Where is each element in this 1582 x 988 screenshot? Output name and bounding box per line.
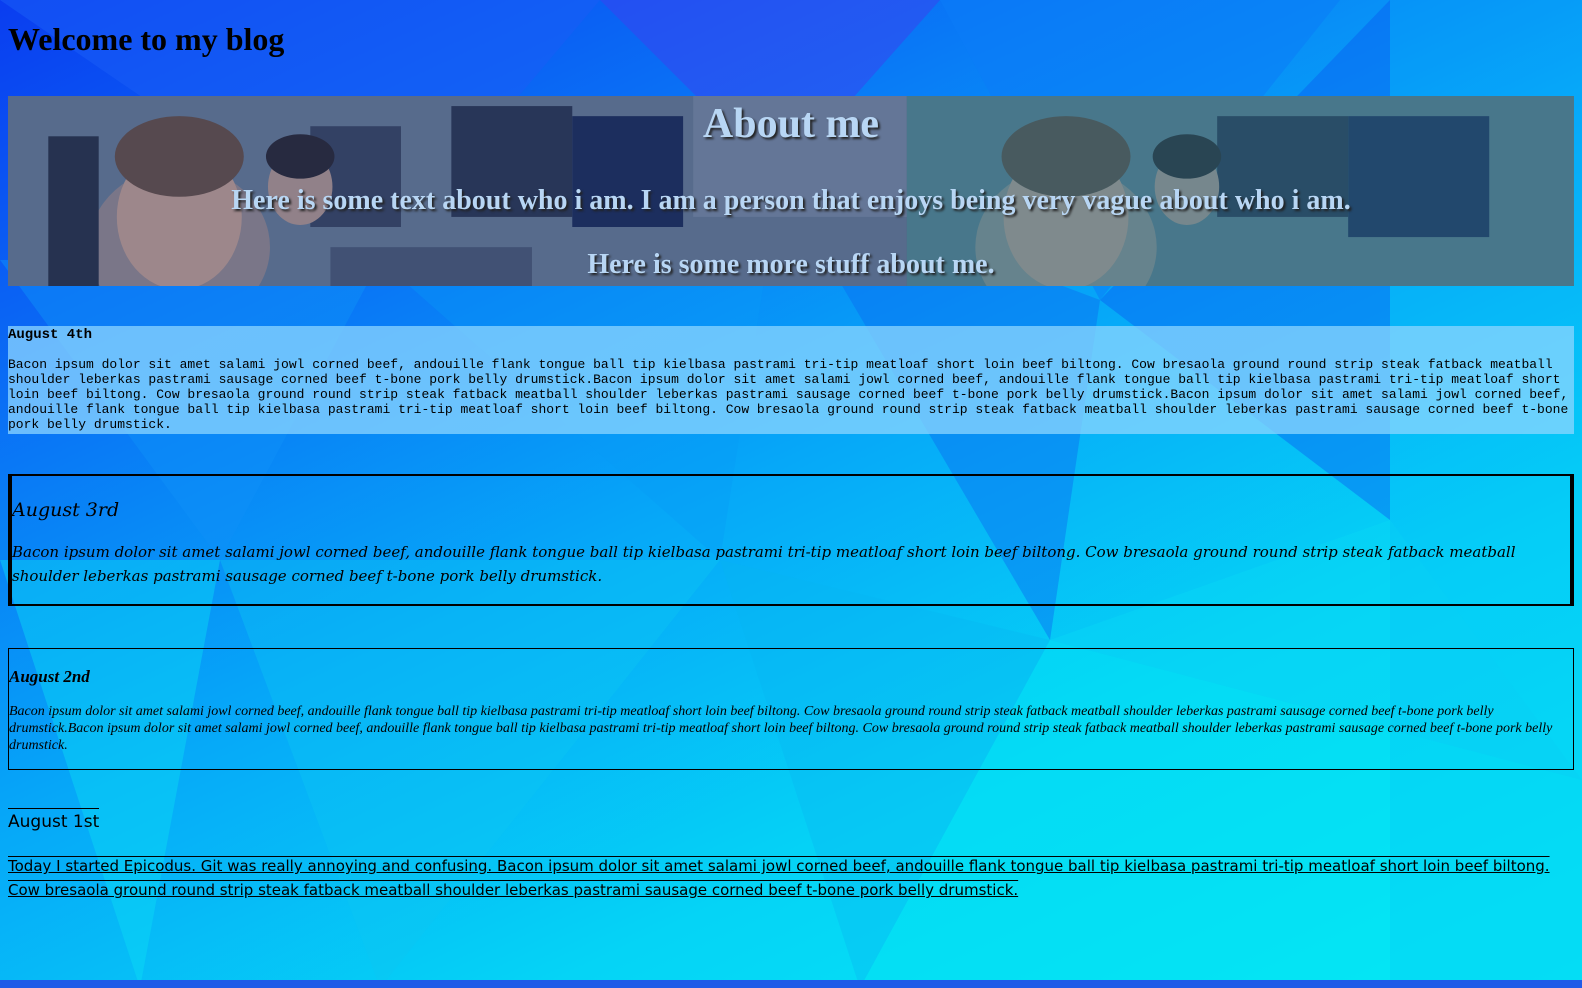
about-line-2: Here is some more stuff about me. xyxy=(587,249,995,280)
page-bottom-strip xyxy=(0,980,1582,988)
post-date: August 4th xyxy=(8,327,93,343)
post-body: Bacon ipsum dolor sit amet salami jowl c… xyxy=(8,357,1569,432)
about-text: About me Here is some text about who i a… xyxy=(8,96,1574,281)
blog-post-august-3: August 3rd Bacon ipsum dolor sit amet sa… xyxy=(8,474,1574,606)
about-heading: About me xyxy=(702,101,880,147)
blog-post-august-2: August 2nd Bacon ipsum dolor sit amet sa… xyxy=(8,648,1574,770)
page-content: Welcome to my blog About me Here is some… xyxy=(0,0,1582,902)
blog-post-august-1: August 1st Today I started Epicodus. Git… xyxy=(8,808,1574,902)
post-body-text: Today I started Epicodus. Git was really… xyxy=(8,857,1550,899)
about-section: About me Here is some text about who i a… xyxy=(8,96,1574,286)
blog-post-august-4: August 4th Bacon ipsum dolor sit amet sa… xyxy=(8,326,1574,434)
about-line-1: Here is some text about who i am. I am a… xyxy=(231,185,1351,216)
post-date: August 2nd xyxy=(9,667,90,686)
post-body: Bacon ipsum dolor sit amet salami jowl c… xyxy=(12,543,1516,585)
page-title: Welcome to my blog xyxy=(8,21,285,57)
post-date: August 3rd xyxy=(12,499,120,521)
post-date: August 1st xyxy=(8,808,100,834)
post-body: Today I started Epicodus. Git was really… xyxy=(8,854,1574,902)
post-body: Bacon ipsum dolor sit amet salami jowl c… xyxy=(9,704,1553,753)
